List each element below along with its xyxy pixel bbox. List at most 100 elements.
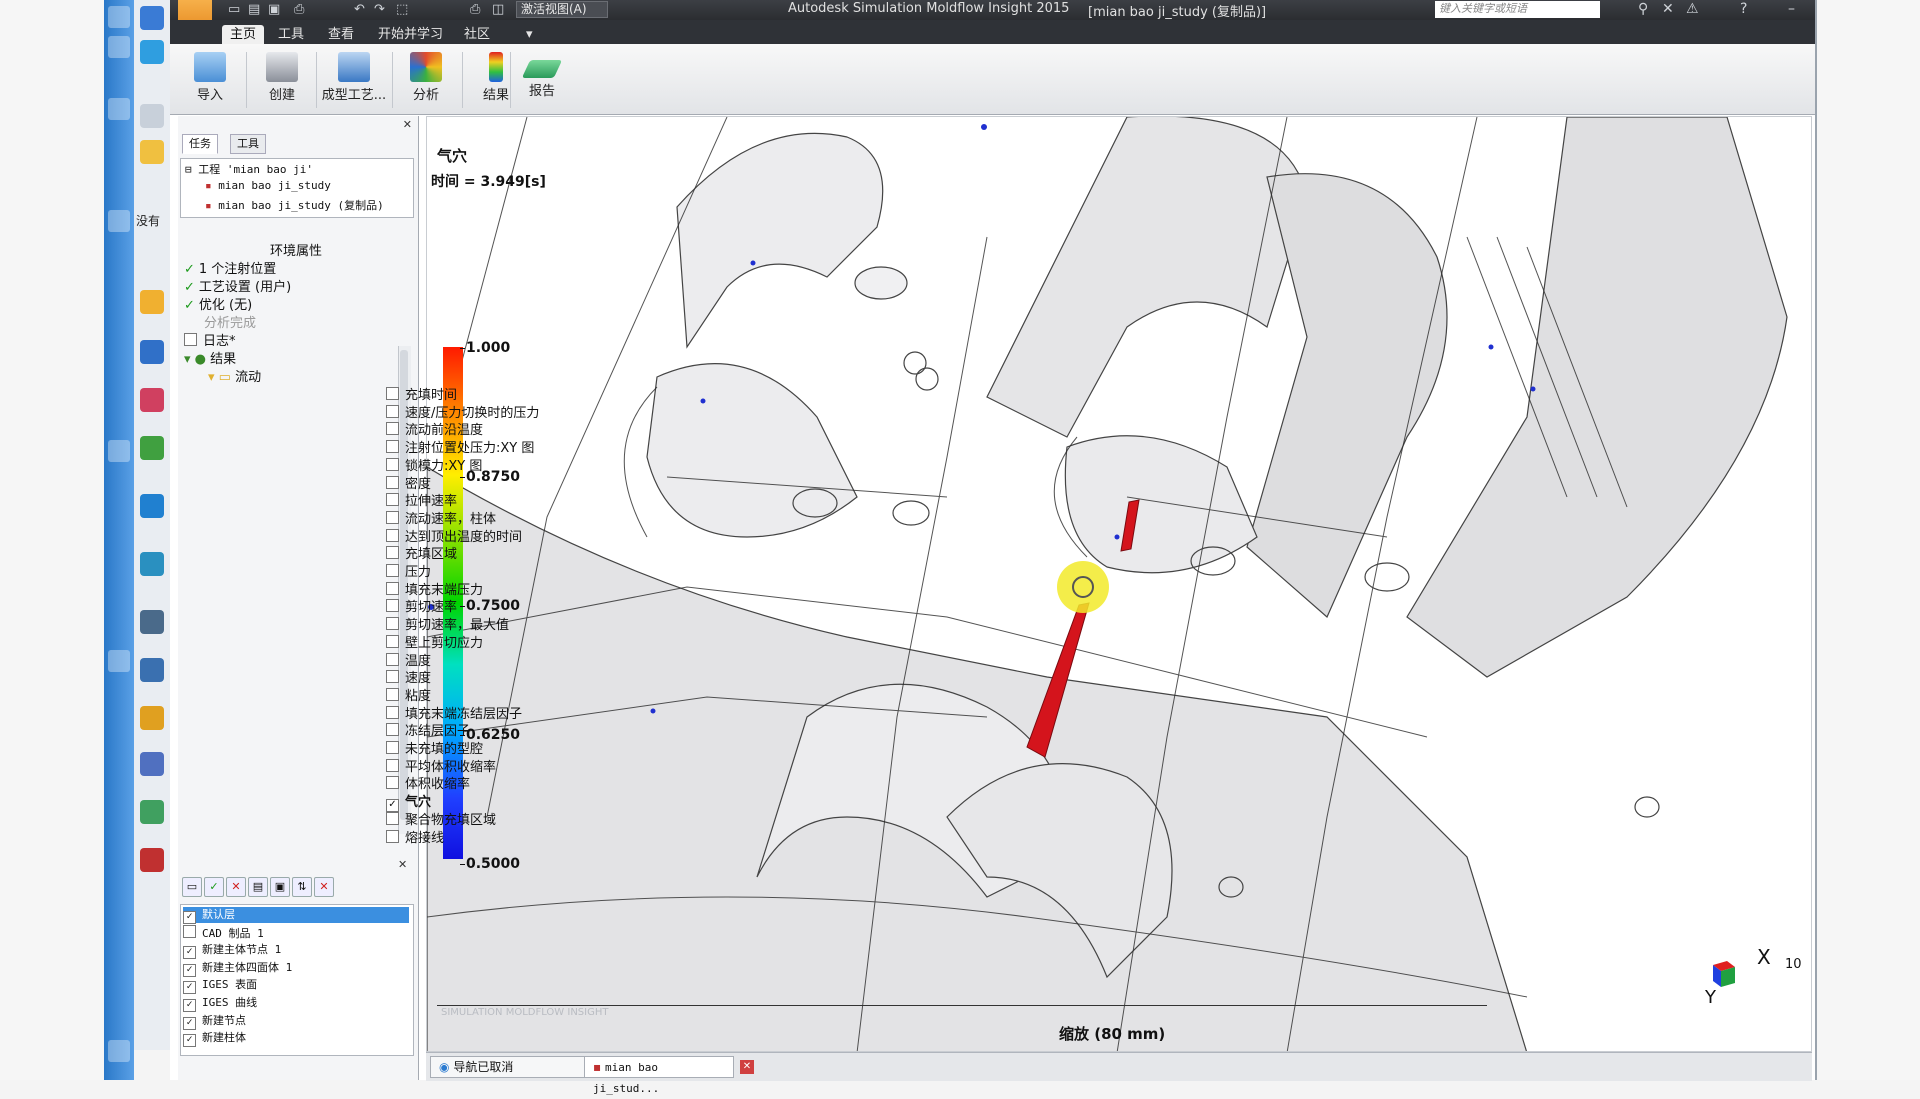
result-item[interactable]: 速度 [386, 667, 431, 686]
expand-layer-icon[interactable]: ▣ [270, 877, 290, 897]
create-button[interactable]: 创建 [250, 48, 314, 110]
result-checkbox[interactable] [386, 546, 399, 560]
result-item[interactable]: 熔接线 [386, 827, 444, 846]
result-checkbox[interactable] [386, 528, 399, 542]
layer-checkbox[interactable]: ✓ [183, 911, 196, 924]
dock-icon[interactable] [140, 800, 164, 824]
layer-checkbox[interactable]: ✓ [183, 1034, 196, 1048]
result-item[interactable]: 冻结层因子 [386, 720, 470, 739]
task-analysis-complete[interactable]: 分析完成 [204, 312, 256, 331]
dock-icon[interactable] [140, 388, 164, 412]
result-item[interactable]: 流动前沿温度 [386, 419, 483, 438]
dock-icon[interactable] [140, 40, 164, 64]
result-checkbox[interactable] [386, 475, 399, 489]
minimize-icon[interactable]: – [1788, 1, 1795, 17]
result-item[interactable]: 注射位置处压力:XY 图 [386, 437, 534, 456]
result-item[interactable]: 剪切速率，最大值 [386, 614, 509, 633]
result-item[interactable]: 体积收缩率 [386, 773, 470, 792]
result-item[interactable]: 未充填的型腔 [386, 738, 483, 757]
layer-checkbox[interactable]: ✓ [183, 1016, 196, 1030]
undo-icon[interactable]: ↶ [354, 2, 365, 17]
molding-process-button[interactable]: 成型工艺... [318, 48, 390, 110]
result-item[interactable]: 填充末端压力 [386, 579, 483, 598]
study-item[interactable]: ▪ mian bao ji_study [205, 179, 331, 192]
layer-item[interactable]: ✓ 新建柱体 [183, 1030, 409, 1048]
result-item[interactable]: 壁上剪切应力 [386, 632, 483, 651]
result-checkbox[interactable] [386, 422, 399, 436]
tab-view[interactable]: 查看 [320, 25, 362, 44]
open-icon[interactable]: ▤ [248, 2, 260, 17]
tab-study-document[interactable]: ▪ mian bao ji_stud... [584, 1056, 734, 1095]
tab-panel-tools[interactable]: 工具 [230, 134, 266, 154]
result-checkbox[interactable] [386, 457, 399, 471]
result-checkbox[interactable] [386, 776, 399, 790]
panel-close-icon[interactable]: ✕ [403, 118, 412, 131]
layer-item[interactable]: ✓ 新建节点 [183, 1013, 409, 1030]
new-layer-icon[interactable]: ▭ [182, 877, 202, 897]
close-tab-icon[interactable]: ✕ [740, 1060, 754, 1074]
result-checkbox[interactable] [386, 705, 399, 719]
result-item[interactable]: 聚合物充填区域 [386, 809, 496, 828]
dock-icon[interactable] [140, 752, 164, 776]
result-checkbox[interactable] [386, 564, 399, 577]
layer-checkbox[interactable]: ✓ [183, 999, 196, 1012]
layer-item[interactable]: ✓ 新建主体四面体 1 [183, 960, 409, 977]
result-item[interactable]: 达到顶出温度的时间 [386, 526, 522, 545]
flow-folder[interactable]: ▾ ▭ 流动 [208, 366, 261, 385]
view-icon[interactable]: ◫ [492, 2, 504, 17]
result-checkbox[interactable] [386, 829, 399, 843]
result-item[interactable]: 密度 [386, 473, 431, 492]
result-checkbox[interactable] [386, 440, 399, 454]
result-item[interactable]: 拉伸速率 [386, 490, 457, 509]
tab-navigation[interactable]: ◉ 导航已取消 [430, 1056, 588, 1078]
dock-icon[interactable] [140, 6, 164, 30]
analyze-button[interactable]: 分析 [394, 48, 458, 110]
injection-location-marker[interactable] [1057, 561, 1109, 613]
layer-checkbox[interactable] [183, 924, 196, 938]
task-injection-location[interactable]: ✓ 1 个注射位置 [184, 258, 276, 277]
result-item[interactable]: 剪切速率 [386, 596, 457, 615]
task-process-settings[interactable]: ✓ 工艺设置 (用户) [184, 276, 291, 295]
taskbar-app-icon[interactable] [108, 210, 130, 232]
taskbar-app-icon[interactable] [108, 440, 130, 462]
clear-layer-icon[interactable]: ✕ [314, 877, 334, 897]
project-root[interactable]: ⊟ 工程 'mian bao ji' [185, 161, 313, 177]
result-item[interactable]: 流动速率，柱体 [386, 508, 496, 527]
dock-icon[interactable] [140, 848, 164, 872]
close-tools-icon[interactable]: ✕ [1662, 1, 1674, 17]
result-checkbox[interactable] [386, 599, 399, 613]
search-input[interactable]: 键入关键字或短语 [1435, 1, 1600, 18]
dock-icon[interactable] [140, 610, 164, 634]
result-item[interactable]: 温度 [386, 650, 431, 669]
dock-icon[interactable] [140, 552, 164, 576]
result-checkbox[interactable] [386, 687, 399, 701]
layer-checkbox[interactable]: ✓ [183, 963, 196, 977]
result-checkbox[interactable] [386, 670, 399, 684]
new-icon[interactable]: ▭ [228, 2, 240, 17]
result-item[interactable]: 粘度 [386, 685, 431, 704]
result-checkbox[interactable] [386, 617, 399, 631]
dock-icon[interactable] [140, 658, 164, 682]
result-checkbox[interactable] [386, 581, 399, 595]
dock-icon[interactable] [140, 140, 164, 164]
print-icon[interactable]: ⎙ [470, 2, 480, 17]
result-checkbox[interactable] [386, 758, 399, 772]
dock-icon[interactable] [140, 436, 164, 460]
dock-icon[interactable] [140, 290, 164, 314]
results-root[interactable]: ▾ ● 结果 [184, 348, 236, 367]
result-checkbox[interactable] [386, 811, 399, 825]
tab-tasks[interactable]: 任务 [182, 134, 218, 154]
tab-home[interactable]: 主页 [222, 25, 265, 44]
redo-icon[interactable]: ↷ [374, 2, 385, 17]
result-checkbox[interactable] [386, 741, 399, 754]
assign-layer-icon[interactable]: ⇅ [292, 877, 312, 897]
layer-item[interactable]: ✓ 新建主体节点 1 [183, 942, 409, 960]
layer-checkbox[interactable]: ✓ [183, 946, 196, 960]
dock-icon[interactable] [140, 706, 164, 730]
report-button[interactable]: 报告 [512, 48, 572, 110]
taskbar-app-icon[interactable] [108, 1040, 130, 1062]
help-icon[interactable]: ? [1740, 1, 1747, 17]
delete-layer-icon[interactable]: ✕ [226, 877, 246, 897]
taskbar-app-icon[interactable] [108, 650, 130, 672]
taskbar-app-icon[interactable] [108, 6, 130, 28]
